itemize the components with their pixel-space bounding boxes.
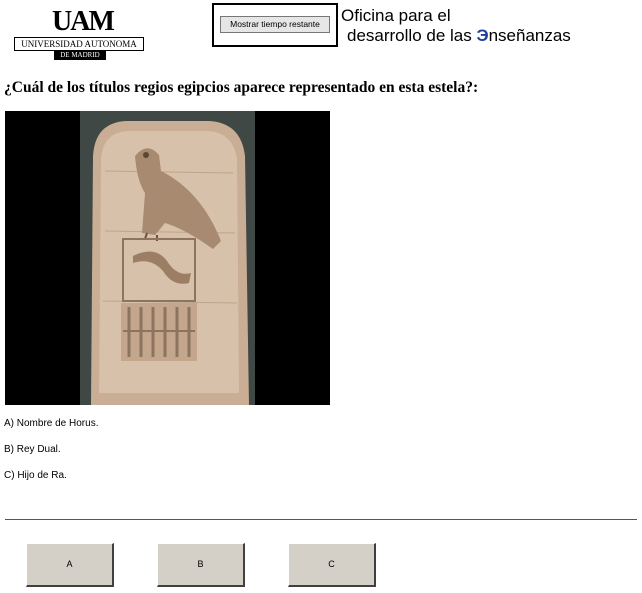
option-c: C) Hijo de Ra. xyxy=(4,470,67,481)
office-logo-line1: Oficina para el xyxy=(341,6,451,25)
question-text: ¿Cuál de los títulos regios egipcios apa… xyxy=(4,79,479,96)
office-logo-e-mark: Э xyxy=(476,26,489,45)
answer-b-button[interactable]: B xyxy=(157,543,245,587)
show-remaining-time-button[interactable]: Mostrar tiempo restante xyxy=(220,16,330,33)
office-logo: Oficina para el desarrollo de las Эnseña… xyxy=(341,6,641,48)
uam-logo-mark: UAM xyxy=(52,6,115,37)
office-logo-line2-prefix: desarrollo de las xyxy=(347,26,477,45)
uam-logo-city: DE MADRID xyxy=(54,50,106,60)
office-logo-line2: desarrollo de las Эnseñanzas xyxy=(347,25,571,47)
divider xyxy=(5,519,637,520)
uam-logo: UAM UNIVERSIDAD AUTONOMA DE MADRID xyxy=(14,8,144,60)
office-logo-line2-suffix: nseñanzas xyxy=(488,26,571,45)
timer-frame: Mostrar tiempo restante xyxy=(212,3,338,47)
option-a: A) Nombre de Horus. xyxy=(4,418,99,429)
stela-with-falcon-image xyxy=(5,111,330,405)
option-b: B) Rey Dual. xyxy=(4,444,61,455)
uam-logo-name: UNIVERSIDAD AUTONOMA xyxy=(14,37,144,51)
answer-a-button[interactable]: A xyxy=(26,543,114,587)
answer-c-button[interactable]: C xyxy=(288,543,376,587)
